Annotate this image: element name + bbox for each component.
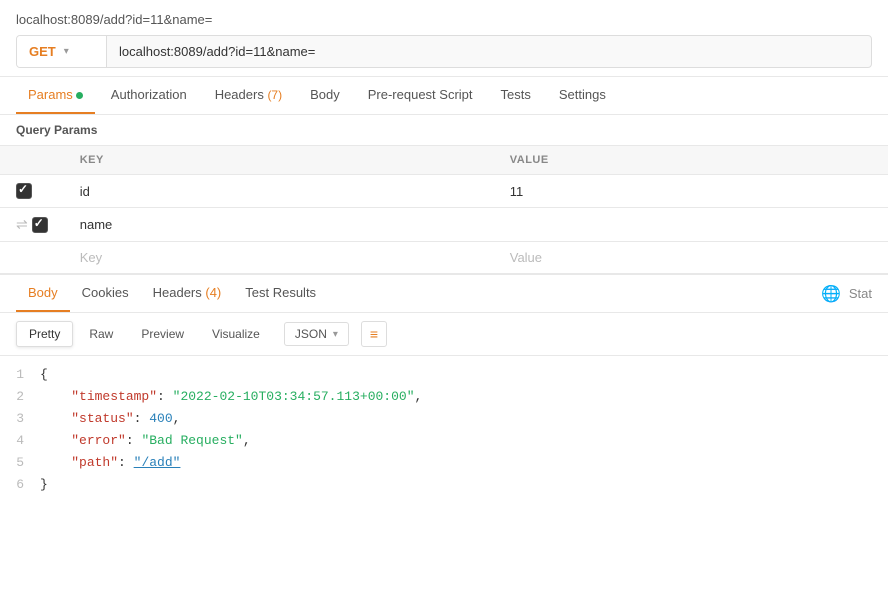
code-line-2: 2 "timestamp": "2022-02-10T03:34:57.113+… <box>0 386 888 408</box>
format-raw-btn[interactable]: Raw <box>77 322 125 346</box>
status-text: Stat <box>849 286 872 301</box>
tab-body[interactable]: Body <box>298 77 352 114</box>
json-chevron-icon: ▾ <box>333 329 338 340</box>
response-section: Body Cookies Headers (4) Test Results 🌐 … <box>0 274 888 505</box>
code-block: 1 { 2 "timestamp": "2022-02-10T03:34:57.… <box>0 356 888 505</box>
format-preview-btn[interactable]: Preview <box>129 322 196 346</box>
filter-icon: ≡ <box>370 326 378 342</box>
row2-checkbox[interactable] <box>32 217 48 233</box>
table-row: id 11 <box>0 175 888 208</box>
code-line-1: 1 { <box>0 364 888 386</box>
url-breadcrumb: localhost:8089/add?id=11&name= <box>16 12 872 27</box>
response-right-controls: 🌐 Stat <box>821 284 872 304</box>
row2-actions: ⇌ <box>0 208 64 242</box>
tab-headers[interactable]: Headers (7) <box>203 77 294 114</box>
code-line-6: 6 } <box>0 474 888 496</box>
method-label: GET <box>29 44 56 59</box>
params-dot <box>76 92 83 99</box>
format-visualize-btn[interactable]: Visualize <box>200 322 272 346</box>
row1-value: 11 <box>494 175 888 208</box>
row1-actions <box>0 175 64 208</box>
table-empty-row: Key Value <box>0 242 888 274</box>
drag-handle-icon[interactable]: ⇌ <box>16 216 28 233</box>
col-header-key: KEY <box>64 146 494 175</box>
code-line-5: 5 "path": "/add" <box>0 452 888 474</box>
response-tab-cookies[interactable]: Cookies <box>70 275 141 312</box>
response-tabs-row: Body Cookies Headers (4) Test Results 🌐 … <box>0 275 888 313</box>
response-toolbar: Pretty Raw Preview Visualize JSON ▾ ≡ <box>0 313 888 356</box>
row2-key: name <box>64 208 494 242</box>
empty-row-value: Value <box>494 242 888 274</box>
url-bar-area: localhost:8089/add?id=11&name= GET ▾ <box>0 0 888 77</box>
code-line-4: 4 "error": "Bad Request", <box>0 430 888 452</box>
empty-row-key: Key <box>64 242 494 274</box>
response-tab-body[interactable]: Body <box>16 275 70 312</box>
chevron-down-icon: ▾ <box>64 46 69 57</box>
globe-icon: 🌐 <box>821 284 841 304</box>
col-header-value: VALUE <box>494 146 888 175</box>
row2-value <box>494 208 888 242</box>
tab-tests[interactable]: Tests <box>489 77 543 114</box>
params-table: KEY VALUE id 11 ⇌ <box>0 146 888 274</box>
col-header-actions <box>0 146 64 175</box>
method-selector[interactable]: GET ▾ <box>17 36 107 67</box>
json-format-selector[interactable]: JSON ▾ <box>284 322 349 346</box>
tab-settings[interactable]: Settings <box>547 77 618 114</box>
response-headers-badge: (4) <box>205 285 221 300</box>
code-line-3: 3 "status": 400, <box>0 408 888 430</box>
empty-row-actions <box>0 242 64 274</box>
query-params-label: Query Params <box>0 115 888 146</box>
row1-key: id <box>64 175 494 208</box>
format-pretty-btn[interactable]: Pretty <box>16 321 73 347</box>
request-tabs-row: Params Authorization Headers (7) Body Pr… <box>0 77 888 115</box>
filter-icon-btn[interactable]: ≡ <box>361 321 387 347</box>
row1-checkbox[interactable] <box>16 183 32 199</box>
response-tab-test-results[interactable]: Test Results <box>233 275 328 312</box>
url-input[interactable] <box>107 36 871 67</box>
url-row: GET ▾ <box>16 35 872 68</box>
tab-params[interactable]: Params <box>16 77 95 114</box>
tab-authorization[interactable]: Authorization <box>99 77 199 114</box>
headers-badge: (7) <box>267 88 282 102</box>
table-row: ⇌ name <box>0 208 888 242</box>
tab-prerequest[interactable]: Pre-request Script <box>356 77 485 114</box>
response-tab-headers[interactable]: Headers (4) <box>141 275 234 312</box>
